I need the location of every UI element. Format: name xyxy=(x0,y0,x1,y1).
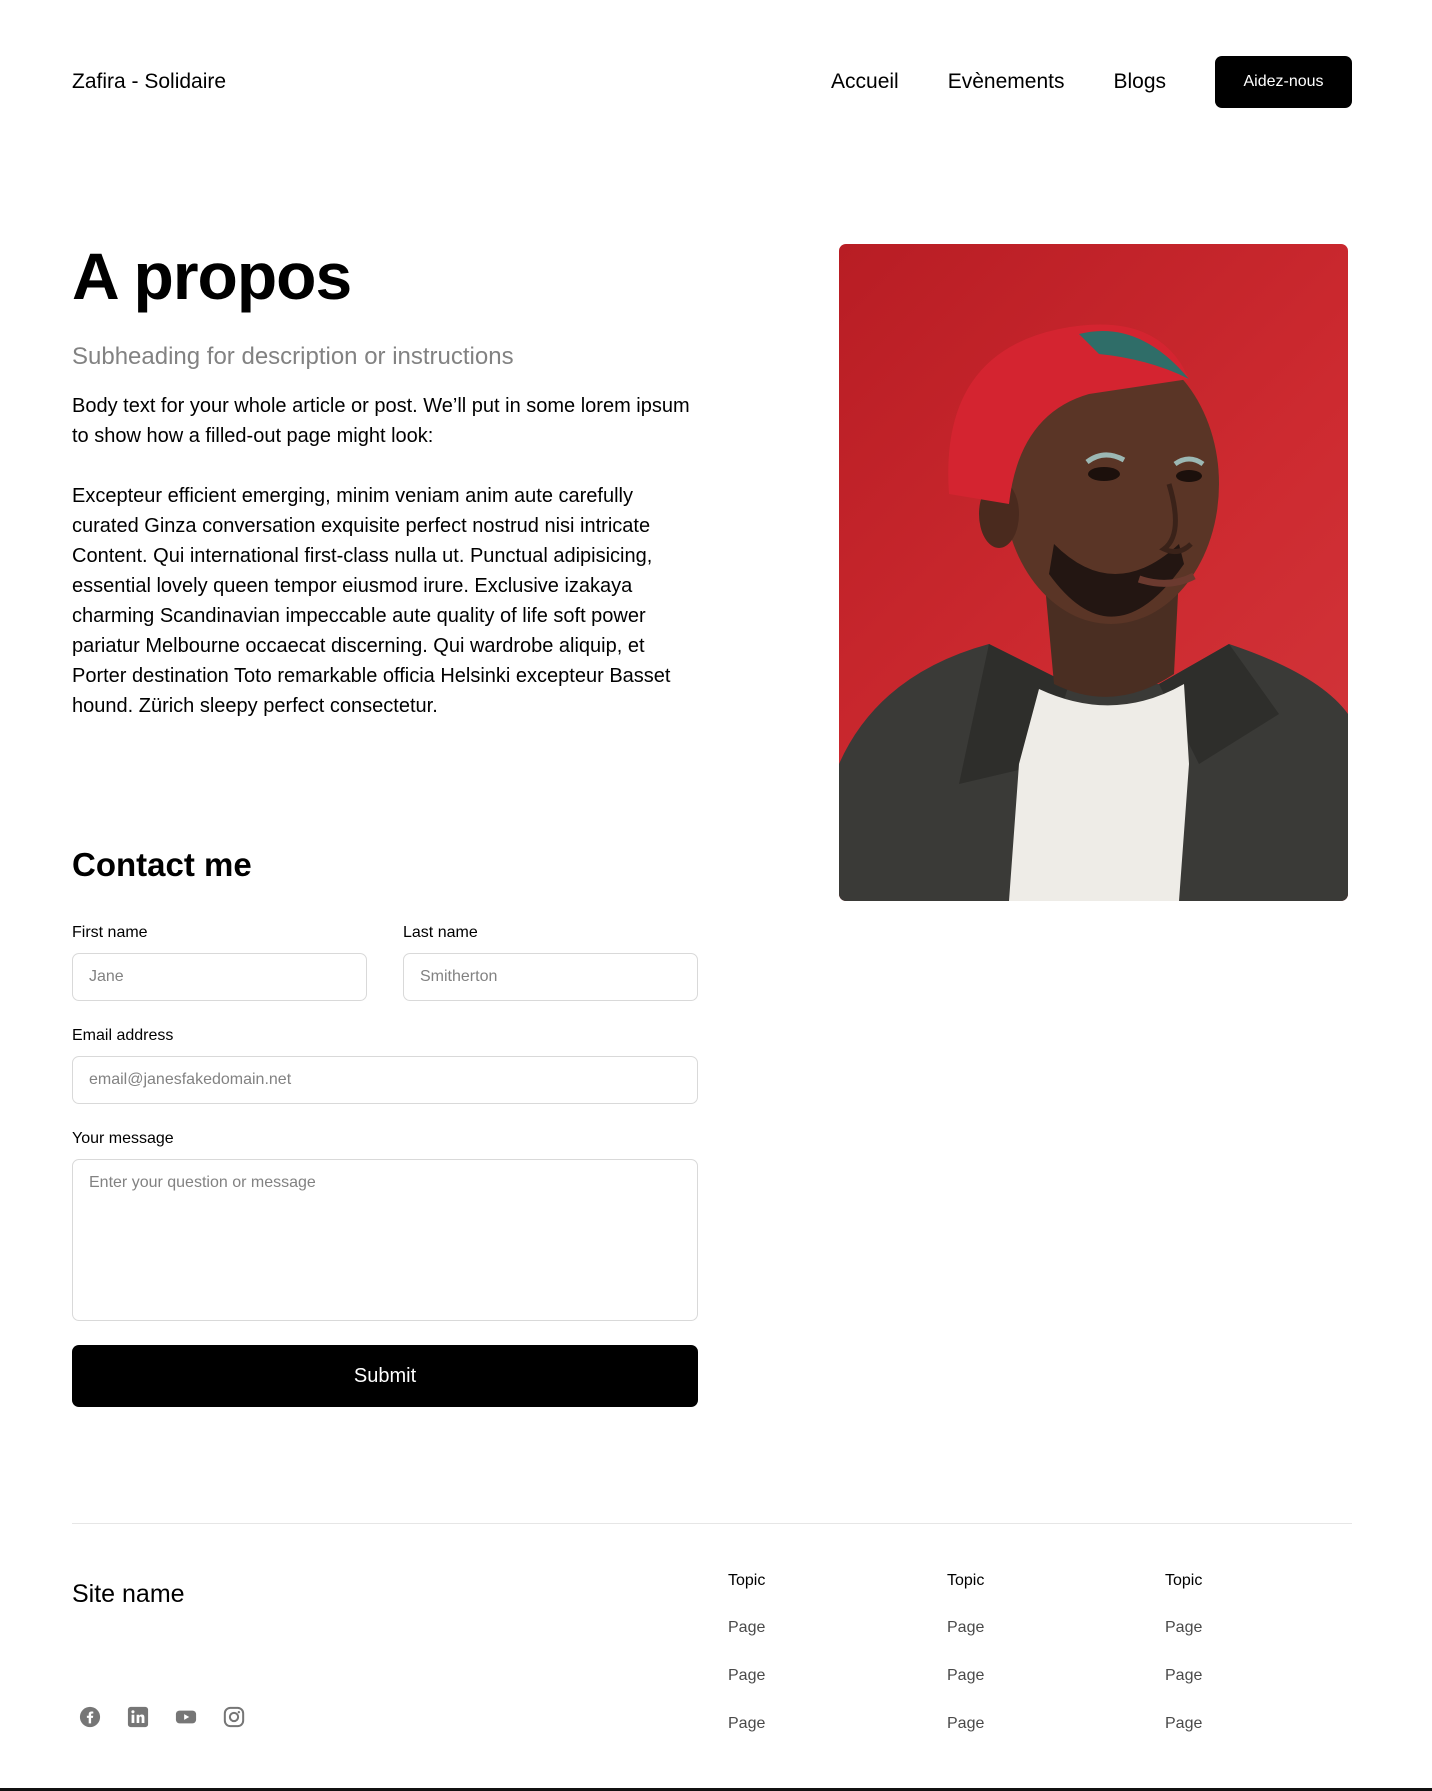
email-label: Email address xyxy=(72,1027,174,1044)
footer-divider xyxy=(72,1523,1352,1524)
footer-page-link[interactable]: Page xyxy=(728,1715,765,1733)
footer-column-2: Topic Page Page Page xyxy=(947,1572,984,1733)
page-subtitle: Subheading for description or instructio… xyxy=(72,342,514,370)
footer-column-3: Topic Page Page Page xyxy=(1165,1572,1202,1733)
footer-page-link[interactable]: Page xyxy=(728,1667,765,1685)
footer-topic: Topic xyxy=(728,1572,766,1589)
last-name-field-group: Last name xyxy=(403,924,698,1001)
message-textarea[interactable] xyxy=(72,1159,698,1321)
first-name-input[interactable] xyxy=(72,953,367,1001)
footer-page-link[interactable]: Page xyxy=(947,1619,984,1637)
footer-page-link[interactable]: Page xyxy=(1165,1667,1202,1685)
about-section: A propos Subheading for description or i… xyxy=(72,240,702,721)
footer-page-link[interactable]: Page xyxy=(947,1715,984,1733)
footer-topic: Topic xyxy=(947,1572,985,1589)
main-nav: Accueil Evènements Blogs Aidez-nous xyxy=(831,56,1352,108)
footer-site-name: Site name xyxy=(72,1580,185,1608)
footer-page-link[interactable]: Page xyxy=(1165,1619,1202,1637)
aidez-nous-button[interactable]: Aidez-nous xyxy=(1215,56,1352,108)
article-paragraph: Excepteur efficient emerging, minim veni… xyxy=(72,484,671,717)
last-name-input[interactable] xyxy=(403,953,698,1001)
instagram-icon[interactable] xyxy=(223,1706,247,1730)
youtube-icon[interactable] xyxy=(175,1706,199,1730)
first-name-field-group: First name xyxy=(72,924,367,1001)
facebook-icon[interactable] xyxy=(79,1706,103,1730)
contact-section: Contact me First name Last name Email ad… xyxy=(72,846,698,1407)
email-input[interactable] xyxy=(72,1056,698,1104)
linkedin-icon[interactable] xyxy=(127,1706,151,1730)
brand-name[interactable]: Zafira - Solidaire xyxy=(72,70,226,94)
email-field-group: Email address xyxy=(72,1027,698,1104)
portrait-photo xyxy=(839,244,1348,901)
site-header: Zafira - Solidaire Accueil Evènements Bl… xyxy=(72,52,1352,112)
message-label: Your message xyxy=(72,1130,174,1147)
article-body: Body text for your whole article or post… xyxy=(72,391,702,721)
footer-page-link[interactable]: Page xyxy=(947,1667,984,1685)
footer-column-1: Topic Page Page Page xyxy=(728,1572,765,1733)
footer-topic: Topic xyxy=(1165,1572,1203,1589)
contact-heading: Contact me xyxy=(72,846,252,883)
nav-link-accueil[interactable]: Accueil xyxy=(831,70,899,94)
footer-page-link[interactable]: Page xyxy=(1165,1715,1202,1733)
article-paragraph: Body text for your whole article or post… xyxy=(72,394,690,447)
last-name-label: Last name xyxy=(403,924,478,941)
social-links xyxy=(79,1706,271,1730)
footer-page-link[interactable]: Page xyxy=(728,1619,765,1637)
submit-button[interactable]: Submit xyxy=(72,1345,698,1407)
nav-link-evenements[interactable]: Evènements xyxy=(948,70,1065,94)
nav-link-blogs[interactable]: Blogs xyxy=(1113,70,1166,94)
page-title: A propos xyxy=(72,239,352,313)
first-name-label: First name xyxy=(72,924,148,941)
message-field-group: Your message xyxy=(72,1130,698,1321)
portrait-illustration xyxy=(839,324,1348,901)
